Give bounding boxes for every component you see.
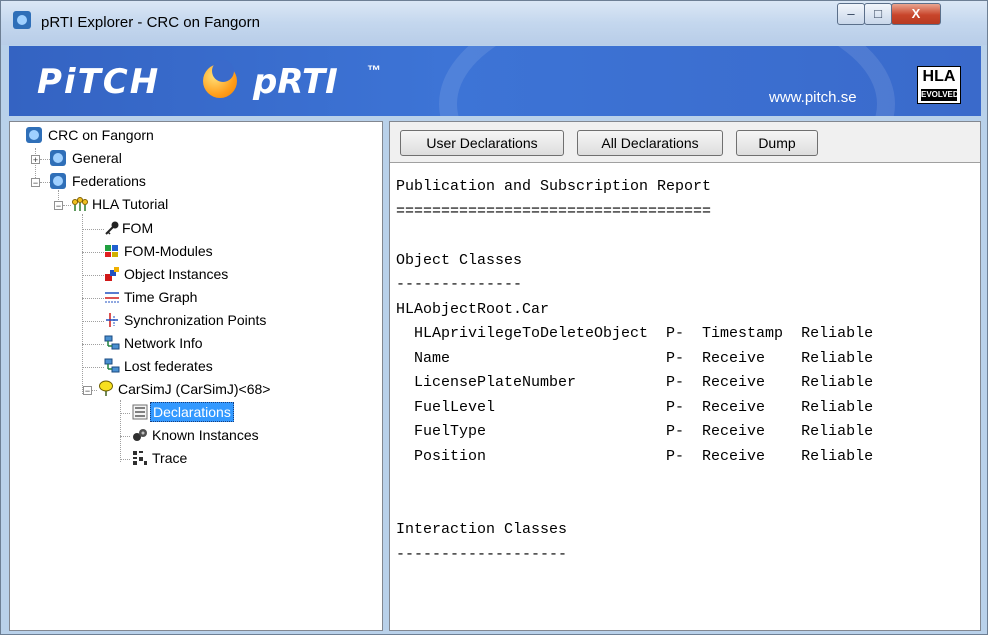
collapse-toggle[interactable]: − — [31, 178, 40, 188]
tree-item-label: Trace — [152, 450, 188, 466]
minimize-button[interactable]: – — [837, 3, 865, 25]
tree-item-label: General — [72, 150, 122, 166]
tree-line — [82, 344, 104, 345]
tree-item-label: FOM — [122, 220, 154, 236]
pitch-logo: PiTCH — [37, 62, 161, 102]
tree-line — [120, 436, 130, 437]
tree-item-label: Object Instances — [124, 266, 229, 282]
tree-line — [82, 321, 104, 322]
title-bar[interactable]: pRTI Explorer - CRC on Fangorn – □ X — [1, 1, 987, 45]
tree-item-label: Lost federates — [124, 358, 213, 374]
tree-item-root[interactable]: CRC on Fangorn — [46, 124, 156, 146]
tree-item-label: Federations — [72, 173, 146, 189]
object-instances-icon — [105, 267, 119, 281]
tree-line — [82, 275, 104, 276]
tree-item-carsimj[interactable]: CarSimJ (CarSimJ)<68> — [116, 378, 272, 400]
tree-line — [120, 400, 121, 462]
tree-item-label: Known Instances — [152, 427, 259, 443]
tree-line — [120, 413, 130, 414]
federation-icon — [72, 197, 88, 211]
product-name: pRTI — [253, 62, 338, 102]
maximize-button[interactable]: □ — [864, 3, 892, 25]
tree-line — [120, 459, 130, 460]
pitch-banner: PiTCH pRTI ™ www.pitch.se HLA EVOLVED — [9, 46, 981, 116]
tree-line — [82, 252, 104, 253]
close-button[interactable]: X — [891, 3, 941, 25]
tree-item-hla-tutorial[interactable]: HLA Tutorial — [90, 193, 170, 215]
hla-logo-text: HLA — [922, 68, 956, 85]
tree-item-sync-points[interactable]: Synchronization Points — [122, 309, 268, 331]
declarations-toolbar: User Declarations All Declarations Dump — [390, 122, 980, 163]
trademark-symbol: ™ — [367, 62, 381, 78]
user-declarations-button[interactable]: User Declarations — [400, 130, 564, 156]
tree-item-label: FOM-Modules — [124, 243, 213, 259]
tree-item-known-instances[interactable]: Known Instances — [150, 424, 261, 446]
key-icon — [105, 221, 119, 235]
declarations-panel: User Declarations All Declarations Dump … — [389, 121, 981, 631]
app-icon[interactable] — [13, 11, 31, 29]
tree-item-object-instances[interactable]: Object Instances — [122, 263, 230, 285]
trace-icon — [133, 451, 147, 465]
tree-item-lost-federates[interactable]: Lost federates — [122, 355, 215, 377]
time-graph-icon — [105, 292, 119, 303]
app-window: pRTI Explorer - CRC on Fangorn – □ X PiT… — [0, 0, 988, 635]
known-instances-icon — [133, 429, 147, 441]
network-icon — [104, 335, 120, 350]
pitch-swirl-icon — [203, 60, 237, 98]
tree-line — [40, 182, 50, 183]
tree-item-label: Time Graph — [124, 289, 198, 305]
tree-item-label: Synchronization Points — [124, 312, 267, 328]
tree-item-trace[interactable]: Trace — [150, 447, 189, 469]
website-url: www.pitch.se — [769, 89, 857, 106]
tree-item-label: Declarations — [150, 402, 234, 422]
tree-item-label: HLA Tutorial — [92, 196, 169, 212]
tree-line — [40, 159, 50, 160]
tree-item-label: Network Info — [124, 335, 203, 351]
tree-item-label: CarSimJ (CarSimJ)<68> — [118, 381, 271, 397]
tree-line — [63, 205, 71, 206]
all-declarations-button[interactable]: All Declarations — [577, 130, 723, 156]
tree-line — [82, 298, 104, 299]
modules-icon — [105, 245, 118, 257]
tree-item-time-graph[interactable]: Time Graph — [122, 286, 199, 308]
sync-points-icon — [106, 313, 118, 327]
general-icon — [50, 150, 66, 166]
tree-item-fom-modules[interactable]: FOM-Modules — [122, 240, 215, 262]
declarations-icon — [132, 404, 148, 420]
tree-item-label: CRC on Fangorn — [48, 127, 154, 143]
tree-item-network-info[interactable]: Network Info — [122, 332, 205, 354]
tree-item-federations[interactable]: Federations — [70, 170, 148, 192]
navigation-tree[interactable]: CRC on Fangorn + General − Federations −… — [9, 121, 383, 631]
federate-icon — [99, 380, 113, 396]
collapse-toggle[interactable]: − — [54, 201, 63, 211]
server-icon — [26, 127, 42, 143]
federations-icon — [50, 173, 66, 189]
tree-item-general[interactable]: General — [70, 147, 124, 169]
window-title: pRTI Explorer - CRC on Fangorn — [41, 14, 260, 31]
collapse-toggle[interactable]: − — [83, 386, 92, 396]
evolved-logo-text: EVOLVED — [921, 89, 959, 101]
expand-toggle[interactable]: + — [31, 155, 40, 165]
tree-item-fom[interactable]: FOM — [120, 217, 155, 239]
tree-line — [82, 367, 104, 368]
report-text-area[interactable]: Publication and Subscription Report ====… — [390, 163, 980, 630]
tree-item-declarations[interactable]: Declarations — [150, 401, 234, 423]
tree-line — [82, 229, 104, 230]
hla-evolved-logo: HLA EVOLVED — [917, 66, 961, 104]
lost-federates-icon — [104, 358, 120, 373]
dump-button[interactable]: Dump — [736, 130, 818, 156]
publication-subscription-report: Publication and Subscription Report ====… — [396, 178, 874, 563]
